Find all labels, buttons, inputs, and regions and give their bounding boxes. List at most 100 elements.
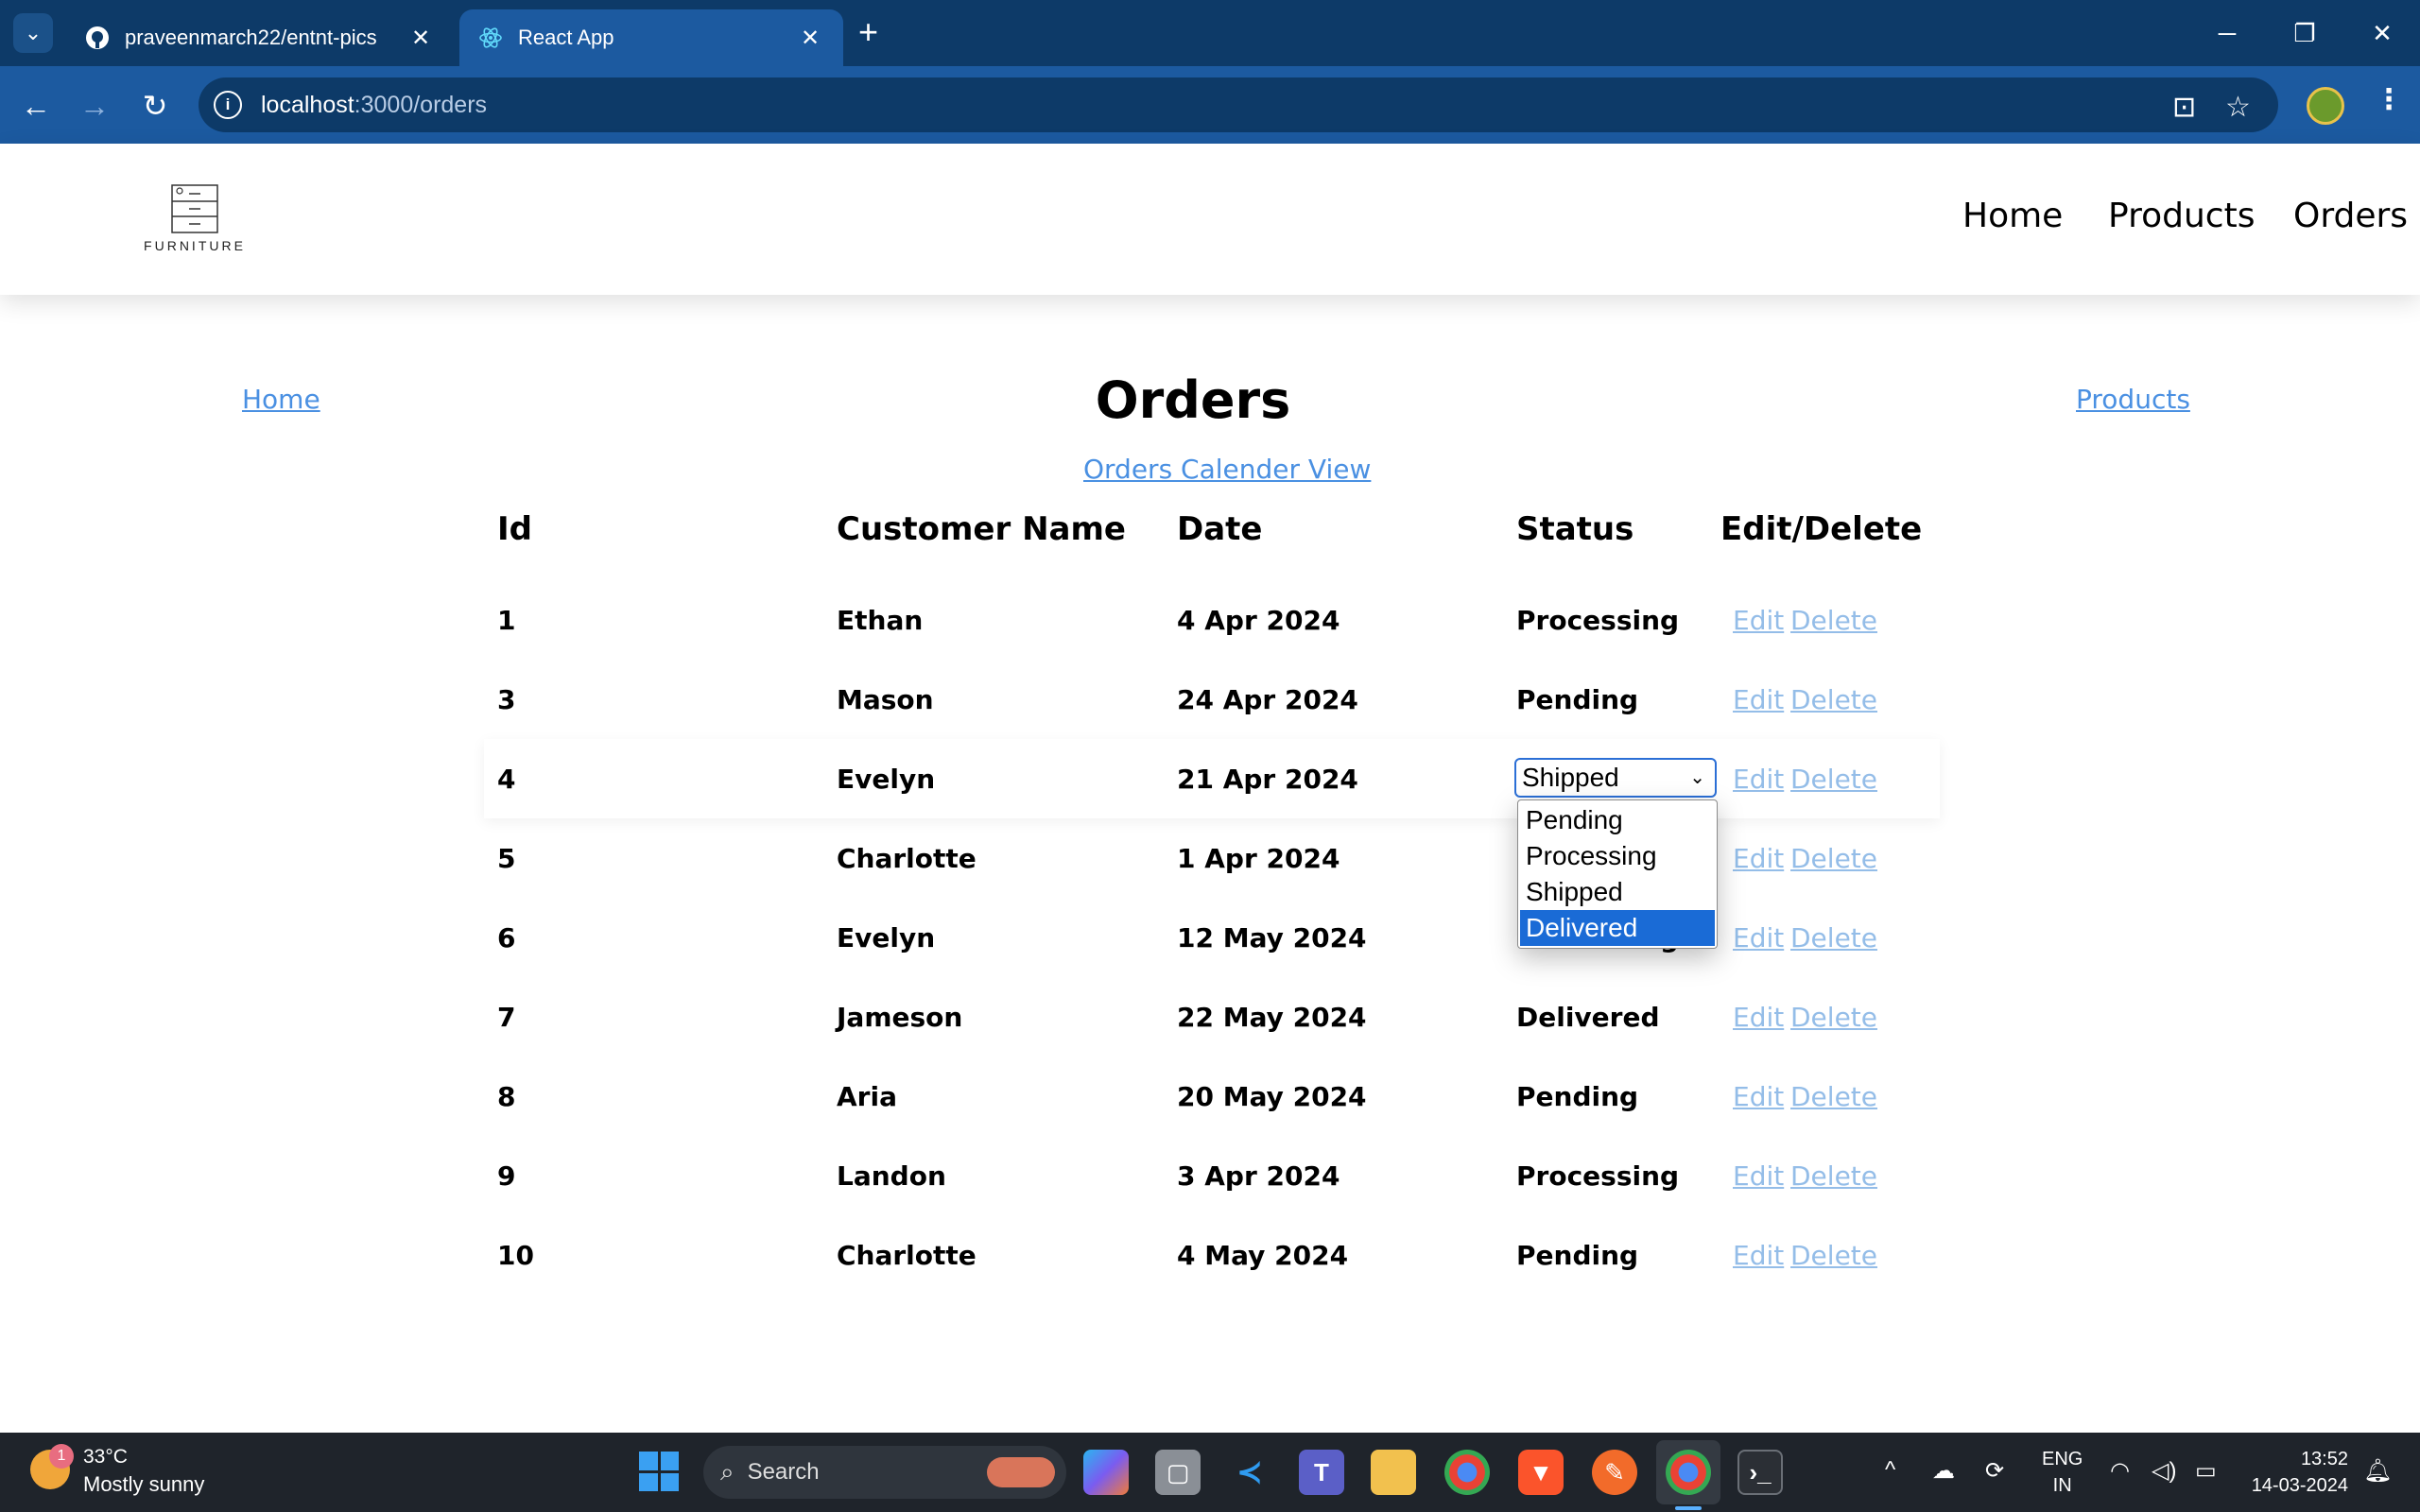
weather-description[interactable]: Mostly sunny [83, 1472, 204, 1497]
back-icon[interactable]: ← [15, 85, 57, 127]
status-option[interactable]: Pending [1520, 802, 1715, 838]
install-app-icon[interactable]: ⊡ [2172, 91, 2196, 124]
table-row: 7 Jameson 22 May 2024 Delivered Edit Del… [484, 977, 1940, 1057]
customer-name: Ethan [837, 604, 924, 636]
order-date: 22 May 2024 [1177, 1001, 1367, 1033]
close-window-icon[interactable]: ✕ [2354, 13, 2411, 53]
search-icon: ⌕ [720, 1457, 735, 1486]
delete-link[interactable]: Delete [1790, 660, 1877, 739]
browser-toolbar: ← → ↻ i localhost:3000/orders ⊡ ☆ [0, 66, 2420, 144]
delete-link[interactable]: Delete [1790, 977, 1877, 1057]
onedrive-icon[interactable]: ☁ [1932, 1457, 1955, 1485]
delete-link[interactable]: Delete [1790, 1215, 1877, 1295]
edit-link[interactable]: Edit [1733, 1215, 1784, 1295]
order-id: 3 [497, 683, 516, 715]
header-status: Status [1516, 510, 1634, 548]
taskbar: 1 33°C Mostly sunny ⌕ Search ▢ ≺ T ▼ ✎ ›… [0, 1433, 2420, 1512]
new-tab-icon[interactable]: + [858, 15, 878, 49]
orders-calendar-link[interactable]: Orders Calender View [1083, 454, 1371, 485]
close-icon[interactable]: ✕ [406, 25, 435, 52]
weather-temperature[interactable]: 33°C [83, 1446, 128, 1469]
postman-icon[interactable]: ✎ [1592, 1450, 1637, 1495]
menu-icon[interactable]: ⋮ [2375, 83, 2403, 116]
order-id: 5 [497, 842, 516, 874]
teams-icon[interactable]: T [1299, 1450, 1344, 1495]
tab-search-button[interactable]: ⌄ [13, 13, 53, 53]
status-option[interactable]: Processing [1520, 838, 1715, 874]
volume-icon[interactable]: ◁) [2152, 1457, 2176, 1485]
address-bar[interactable]: i localhost:3000/orders [199, 77, 2278, 132]
tab-github[interactable]: praveenmarch22/entnt-pics ✕ [66, 9, 454, 66]
edit-link[interactable]: Edit [1733, 1136, 1784, 1215]
task-view-icon[interactable]: ▢ [1155, 1450, 1201, 1495]
reload-icon[interactable]: ↻ [134, 85, 176, 127]
copilot-icon[interactable] [1083, 1450, 1129, 1495]
nav-products[interactable]: Products [2108, 197, 2255, 235]
language-indicator[interactable]: ENG IN [2042, 1446, 2083, 1499]
minimize-icon[interactable]: ─ [2199, 13, 2256, 53]
chevron-down-icon: ⌄ [1689, 767, 1705, 788]
clock-date: 14-03-2024 [2251, 1475, 2348, 1496]
forward-icon[interactable]: → [74, 85, 115, 127]
status-select[interactable]: Shipped ⌄ [1514, 758, 1717, 798]
customer-name: Jameson [837, 1001, 963, 1033]
customer-name: Evelyn [837, 921, 936, 954]
profile-avatar[interactable] [2307, 87, 2344, 125]
delete-link[interactable]: Delete [1790, 818, 1877, 898]
table-row: 9 Landon 3 Apr 2024 Processing Edit Dele… [484, 1136, 1940, 1215]
order-status: Pending [1516, 683, 1639, 715]
react-icon [478, 26, 503, 50]
notification-bell-icon[interactable]: 🔔︎ [2363, 1457, 2392, 1485]
chrome-icon[interactable] [1444, 1450, 1490, 1495]
brave-icon[interactable]: ▼ [1518, 1450, 1564, 1495]
products-link[interactable]: Products [2076, 384, 2190, 415]
nav-home[interactable]: Home [1962, 197, 2063, 235]
start-icon[interactable] [639, 1452, 679, 1491]
active-indicator [1675, 1506, 1702, 1510]
delete-link[interactable]: Delete [1790, 1057, 1877, 1136]
nav-orders[interactable]: Orders [2293, 197, 2408, 235]
tab-react-app[interactable]: React App ✕ [459, 9, 843, 66]
close-icon[interactable]: ✕ [796, 25, 824, 52]
delete-link[interactable]: Delete [1790, 1136, 1877, 1215]
language-code: ENG [2042, 1449, 2083, 1469]
header-customer-name: Customer Name [837, 510, 1126, 548]
status-option[interactable]: Shipped [1520, 874, 1715, 910]
edit-link[interactable]: Edit [1733, 977, 1784, 1057]
chevron-up-icon[interactable]: ^ [1885, 1457, 1895, 1484]
edit-link[interactable]: Edit [1733, 898, 1784, 977]
tab-title: React App [518, 26, 614, 49]
header-id: Id [497, 510, 532, 548]
restore-icon[interactable]: ❐ [2276, 13, 2333, 53]
furniture-logo[interactable]: FURNITURE [142, 181, 248, 253]
delete-link[interactable]: Delete [1790, 580, 1877, 660]
vscode-icon[interactable]: ≺ [1227, 1450, 1272, 1495]
terminal-icon[interactable]: ›_ [1737, 1450, 1783, 1495]
table-row: 3 Mason 24 Apr 2024 Pending Edit Delete [484, 660, 1940, 739]
order-id: 10 [497, 1239, 534, 1271]
bookmark-star-icon[interactable]: ☆ [2225, 91, 2251, 124]
file-explorer-icon[interactable] [1371, 1450, 1416, 1495]
region-code: IN [2052, 1475, 2072, 1496]
edit-link[interactable]: Edit [1733, 1057, 1784, 1136]
chrome-profile-icon[interactable] [1666, 1450, 1711, 1495]
edit-link[interactable]: Edit [1733, 580, 1784, 660]
wifi-icon[interactable]: ◠ [2110, 1457, 2130, 1485]
customer-name: Charlotte [837, 1239, 977, 1271]
edit-link[interactable]: Edit [1733, 818, 1784, 898]
sync-icon[interactable]: ⟳ [1985, 1457, 2004, 1485]
order-date: 1 Apr 2024 [1177, 842, 1340, 874]
customer-name: Mason [837, 683, 934, 715]
order-status: Pending [1516, 1080, 1639, 1112]
battery-icon[interactable]: ▭ [2195, 1457, 2217, 1485]
edit-link[interactable]: Edit [1733, 660, 1784, 739]
status-option-highlighted[interactable]: Delivered [1520, 910, 1715, 946]
edit-link[interactable]: Edit [1733, 739, 1784, 818]
taskbar-search[interactable]: ⌕ Search [703, 1446, 1066, 1499]
delete-link[interactable]: Delete [1790, 739, 1877, 818]
delete-link[interactable]: Delete [1790, 898, 1877, 977]
site-info-icon[interactable]: i [214, 91, 242, 119]
status-select-value: Shipped [1522, 763, 1619, 792]
order-id: 4 [497, 763, 516, 795]
clock[interactable]: 13:52 14-03-2024 [2244, 1446, 2348, 1499]
